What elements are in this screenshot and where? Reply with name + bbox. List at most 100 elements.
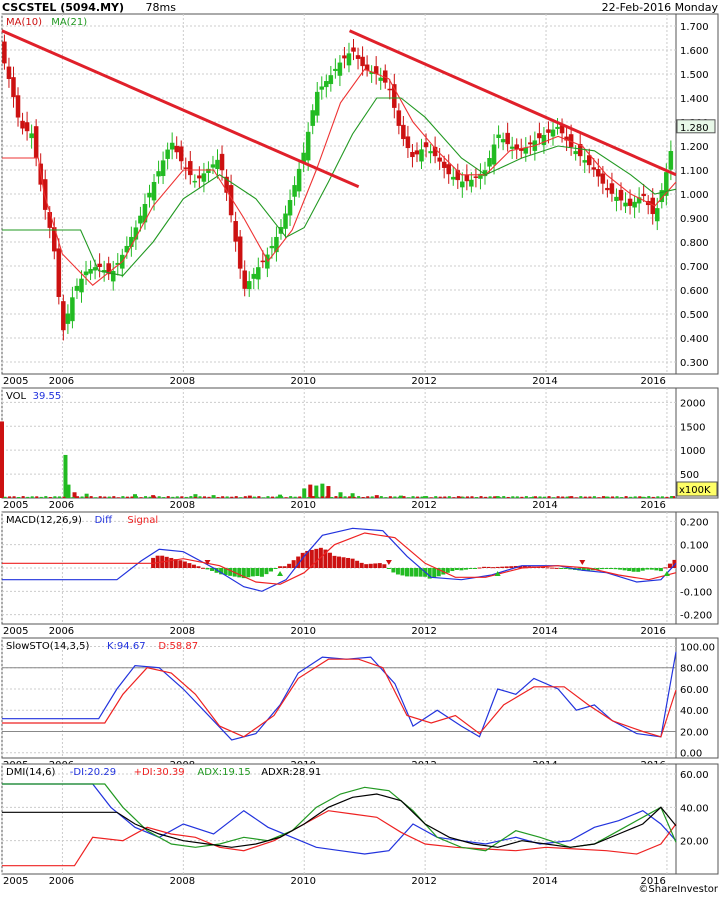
volume-bar xyxy=(357,496,361,498)
volume-bar xyxy=(552,497,556,498)
price-candle xyxy=(559,125,565,134)
price-candle xyxy=(546,129,551,133)
volume-bar xyxy=(66,496,70,498)
price-candle xyxy=(550,129,556,137)
volume-bar xyxy=(397,496,401,498)
price-candle xyxy=(192,180,198,183)
macd-histogram-bar xyxy=(559,568,564,569)
macd-histogram-bar xyxy=(187,563,192,568)
macd-histogram-bar xyxy=(377,563,382,568)
macd-histogram-bar xyxy=(350,558,355,568)
price-candle xyxy=(70,297,75,322)
volume-bar xyxy=(103,496,107,498)
price-candle xyxy=(401,124,406,140)
volume-bar xyxy=(325,496,329,498)
volume-bar xyxy=(601,496,605,498)
volume-bar xyxy=(26,496,30,498)
price-candle xyxy=(337,62,343,76)
macd-histogram-bar xyxy=(658,568,663,572)
volume-bar xyxy=(17,496,21,498)
price-candle xyxy=(496,134,501,139)
macd-histogram-bar xyxy=(341,557,346,568)
volume-bar xyxy=(579,496,583,498)
macd-x-tick-label: 2014 xyxy=(532,626,557,637)
price-candle xyxy=(74,285,80,291)
volume-bar xyxy=(407,497,411,498)
macd-histogram-bar xyxy=(627,568,632,572)
price-candle xyxy=(260,260,266,263)
volume-bar xyxy=(475,497,479,498)
volume-bar xyxy=(506,496,510,498)
volume-bar xyxy=(438,496,442,498)
price-candle xyxy=(42,179,48,210)
volume-bar xyxy=(184,496,188,498)
macd-x-tick-label: 2012 xyxy=(411,626,436,637)
volume-bar xyxy=(121,496,125,498)
volume-bar xyxy=(275,496,279,498)
price-candle xyxy=(314,91,320,116)
volume-bar xyxy=(647,496,651,498)
volume-bar xyxy=(180,496,184,498)
macd-histogram-bar xyxy=(191,564,196,568)
price-candle xyxy=(305,131,311,161)
macd-histogram-bar xyxy=(604,568,609,569)
macd-histogram-bar xyxy=(667,563,672,568)
macd-signal-label: Signal xyxy=(127,515,158,526)
volume-bar xyxy=(257,496,261,498)
macd-histogram-bar xyxy=(450,568,455,572)
volume-bar xyxy=(502,496,506,498)
volume-x-tick-label: 2006 xyxy=(49,500,74,511)
price-candle xyxy=(410,152,415,158)
macd-histogram-bar xyxy=(432,568,437,579)
macd-histogram-bar xyxy=(278,566,283,568)
macd-histogram-bar xyxy=(663,567,668,569)
volume-bar xyxy=(171,496,175,498)
macd-y-tick-label: -0.100 xyxy=(680,587,712,598)
macd-histogram-bar xyxy=(205,568,210,570)
volume-bar xyxy=(479,496,483,498)
volume-bar xyxy=(243,496,247,498)
volume-bar xyxy=(48,496,52,498)
volume-bar xyxy=(162,497,166,498)
price-y-tick-label: 0.600 xyxy=(680,286,709,297)
price-candle xyxy=(11,77,16,98)
price-candle xyxy=(296,168,302,192)
volume-bar xyxy=(221,496,225,498)
price-legend-item: MA(10) xyxy=(6,17,42,28)
price-candle xyxy=(333,68,338,71)
volume-bar xyxy=(307,497,311,498)
volume-bar xyxy=(384,497,388,498)
price-candle xyxy=(668,151,674,170)
volume-bar xyxy=(293,496,297,498)
macd-diff-label: Diff xyxy=(95,515,113,526)
volume-bar xyxy=(660,496,664,498)
sto-frame xyxy=(1,637,677,759)
macd-histogram-bar xyxy=(631,568,636,572)
macd-histogram-bar xyxy=(504,566,509,568)
price-candle xyxy=(405,136,411,149)
price-candle xyxy=(627,198,633,206)
price-candle xyxy=(156,171,161,177)
price-candle xyxy=(491,144,497,165)
volume-bar xyxy=(620,497,624,498)
volume-x-tick-label: 2010 xyxy=(291,500,316,511)
price-candle xyxy=(450,176,456,180)
macd-histogram-bar xyxy=(609,568,614,569)
price-candle xyxy=(287,200,293,216)
price-candle xyxy=(310,110,315,126)
price-candle xyxy=(151,181,157,201)
volume-y-tick-label: 1500 xyxy=(680,422,705,433)
price-candle xyxy=(378,77,383,81)
price-candle xyxy=(160,160,166,177)
volume-bar xyxy=(225,496,229,498)
price-y-tick-label: 1.000 xyxy=(680,190,709,201)
price-candle xyxy=(147,192,152,198)
price-candle xyxy=(24,122,30,132)
volume-bar xyxy=(112,496,116,498)
volume-bar xyxy=(230,496,234,498)
macd-histogram-bar xyxy=(414,568,419,577)
macd-histogram-bar xyxy=(346,557,351,568)
macd-histogram-bar xyxy=(613,568,618,570)
volume-bar xyxy=(271,496,275,498)
dmi-x-tick-label: 2010 xyxy=(291,876,316,887)
